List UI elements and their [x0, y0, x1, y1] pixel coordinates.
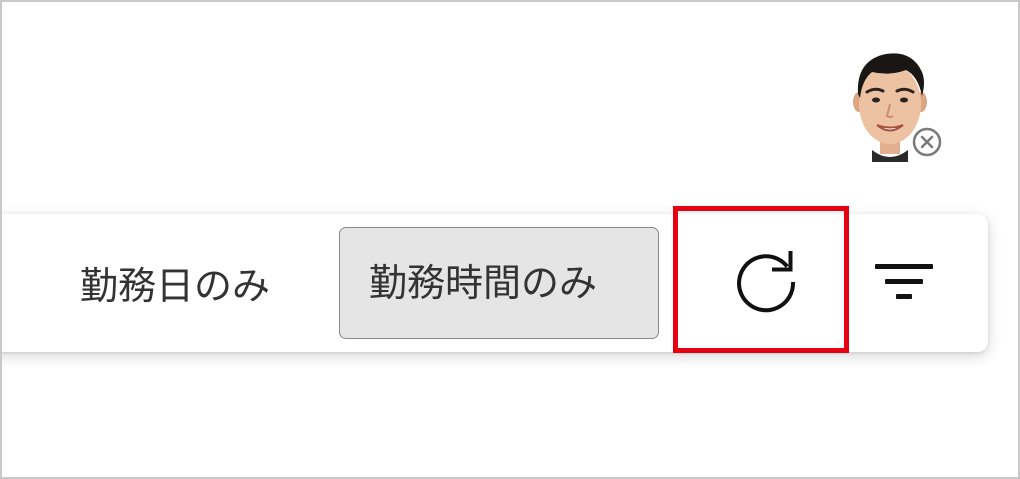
remove-avatar-icon[interactable]: [911, 126, 943, 158]
filter-toolbar: 勤務日のみ 勤務時間のみ: [2, 214, 988, 352]
filter-button[interactable]: [872, 252, 936, 312]
filter-icon: [875, 264, 933, 299]
work-hours-only-label: 勤務時間のみ: [369, 261, 598, 305]
refresh-button[interactable]: [726, 242, 806, 322]
screen-frame: 勤務日のみ 勤務時間のみ: [0, 0, 1020, 479]
refresh-icon: [737, 251, 796, 313]
work-hours-only-button[interactable]: 勤務時間のみ: [339, 227, 659, 339]
workdays-only-option[interactable]: 勤務日のみ: [80, 267, 270, 305]
